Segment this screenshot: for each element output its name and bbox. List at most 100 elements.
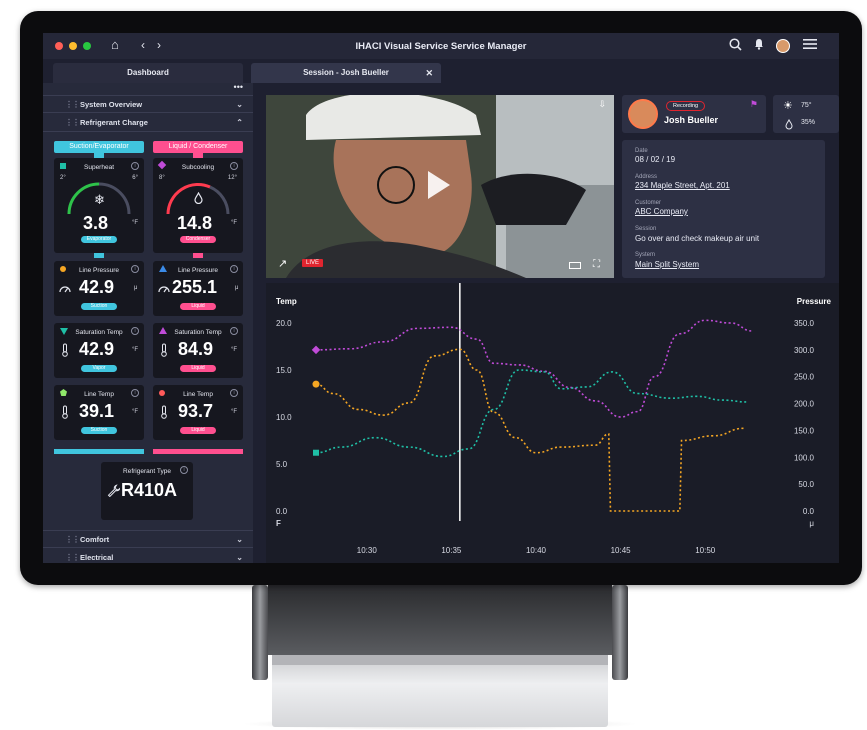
section-electrical[interactable]: ⋮⋮ Electrical ⌄ [43,549,253,563]
superheat-card[interactable]: Superheat i 2° 6° ❄ 3.8 °F Evaporator [54,158,144,253]
condenser-tag: Condenser [180,236,216,243]
app-window: ⌂ ‹ › IHACI Visual Service Service Manag… [43,33,839,563]
session-value: Go over and check makeup air unit [635,234,760,243]
suction-tag: Suction [81,303,117,310]
right-tick-label: 150.0 [794,426,815,435]
left-axis-title: Temp [276,297,297,306]
recording-badge: Recording [666,101,706,111]
search-icon[interactable] [729,38,742,54]
line-pressure-suction-card[interactable]: Line Pressure i 42.9 μ Suction [54,261,144,316]
section-title: System Overview [80,100,143,109]
saturation-temp-liquid-card[interactable]: Saturation Temp i 84.9 °F Liquid [153,323,243,378]
droplet-icon [785,117,793,135]
line-temp-value: 39.1 [79,401,115,421]
user-avatar[interactable] [776,39,790,53]
x-tick-label: 10:40 [526,546,547,555]
thermometer-icon [61,343,69,360]
customer-link[interactable]: ABC Company [635,207,688,216]
refrigerant-type-card[interactable]: Refrigerant Type i R410A [101,462,193,520]
fullscreen-icon[interactable]: ⛶ [593,259,600,270]
liquid-tag: Liquid [180,303,216,310]
sidebar: ••• ⋮⋮ System Overview ⌄ ⋮⋮ Refrigerant … [43,83,253,563]
address-link[interactable]: 234 Maple Street, Apt. 201 [635,181,730,190]
live-video-feed[interactable]: ↗ LIVE ⛶ ⇩ [266,95,614,278]
suction-tag: Suction [81,427,117,434]
drag-handle-icon[interactable]: ⋮⋮ [65,531,80,549]
tab-bar: Dashboard Session - Josh Bueller ✕ [43,59,839,83]
flag-icon[interactable]: ⚑ [750,99,758,110]
chevron-up-icon[interactable]: ⌃ [236,114,243,132]
stand-neck [268,585,612,655]
x-tick-label: 10:50 [695,546,716,555]
system-label: System [635,252,656,258]
section-system-overview[interactable]: ⋮⋮ System Overview ⌄ [43,95,253,113]
system-link[interactable]: Main Split System [635,260,699,269]
left-tick-label: 10.0 [276,413,292,422]
thermometer-icon [160,343,168,360]
right-tick-label: 0.0 [803,507,815,516]
line-temp-value: 93.7 [178,401,214,421]
info-icon[interactable]: i [131,327,139,335]
stand-arm [612,585,628,680]
line-pressure-liquid-card[interactable]: Line Pressure i 255.1 μ Liquid [153,261,243,316]
date-label: Date [635,148,648,154]
bell-icon[interactable] [754,38,764,54]
close-tab-icon[interactable]: ✕ [425,63,433,83]
play-icon[interactable] [428,171,450,199]
theater-mode-icon[interactable] [569,262,581,269]
line-pressure-value: 255.1 [172,277,218,297]
info-icon[interactable]: i [131,162,139,170]
line-pressure-value: 42.9 [79,277,115,297]
chevron-down-icon[interactable]: ⌄ [236,96,243,114]
left-tick-label: 5.0 [276,460,288,469]
info-icon[interactable]: i [131,389,139,397]
info-icon[interactable]: i [230,327,238,335]
chevron-down-icon[interactable]: ⌄ [236,549,243,563]
series-marker-teal [313,449,319,456]
chevron-down-icon[interactable]: ⌄ [236,531,243,549]
expand-arrow-icon[interactable]: ↗ [278,257,287,270]
x-tick-label: 10:35 [441,546,462,555]
temperature: 75° [801,102,812,109]
superheat-value: 3.8 [83,213,109,233]
info-icon[interactable]: i [180,466,188,474]
info-icon[interactable]: i [230,389,238,397]
temp-pressure-chart[interactable]: Temp Pressure 20.0 15.0 10.0 5.0 0.0 350.0 300.0… [266,283,839,563]
section-refrigerant-charge[interactable]: ⋮⋮ Refrigerant Charge ⌃ [43,114,253,132]
subcooling-card[interactable]: Subcooling i 8° 12° 14.8 °F Condenser [153,158,243,253]
line-temp-suction-card[interactable]: Line Temp i 39.1 °F Suction [54,385,144,440]
thermometer-icon [61,405,69,422]
right-tick-label: 350.0 [794,319,815,328]
section-title: Refrigerant Charge [80,118,148,127]
unit-label: °F [132,347,139,353]
download-icon[interactable]: ⇩ [598,99,606,110]
hamburger-menu-icon[interactable] [803,38,817,53]
right-unit-label: μ [809,519,814,528]
tab-dashboard[interactable]: Dashboard [53,63,243,83]
saturation-temp-vapor-card[interactable]: Saturation Temp i 42.9 °F Vapor [54,323,144,378]
drag-handle-icon[interactable]: ⋮⋮ [65,96,80,114]
refrigerant-type-value: R410A [121,480,178,500]
tab-session[interactable]: Session - Josh Bueller ✕ [251,63,441,83]
saturation-temp-value: 84.9 [178,339,214,359]
drag-handle-icon[interactable]: ⋮⋮ [65,549,80,563]
liquid-tag: Liquid [180,427,216,434]
info-icon[interactable]: i [230,162,238,170]
info-icon[interactable]: i [131,265,139,273]
humidity: 35% [801,119,816,126]
thermometer-icon [160,405,168,422]
evaporator-tag: Evaporator [81,236,117,243]
saturation-temp-value: 42.9 [79,339,115,359]
x-tick-label: 10:45 [611,546,632,555]
unit-label: °F [231,220,238,226]
weather-card: ☀ 75° 35% [773,95,839,133]
vapor-tag: Vapor [81,365,117,372]
drag-handle-icon[interactable]: ⋮⋮ [65,114,80,132]
left-unit-label: F [276,519,281,528]
line-temp-liquid-card[interactable]: Line Temp i 93.7 °F Liquid [153,385,243,440]
section-comfort[interactable]: ⋮⋮ Comfort ⌄ [43,530,253,548]
unit-label: μ [134,285,138,291]
more-options-icon[interactable]: ••• [234,83,243,92]
info-icon[interactable]: i [230,265,238,273]
unit-label: °F [132,409,139,415]
